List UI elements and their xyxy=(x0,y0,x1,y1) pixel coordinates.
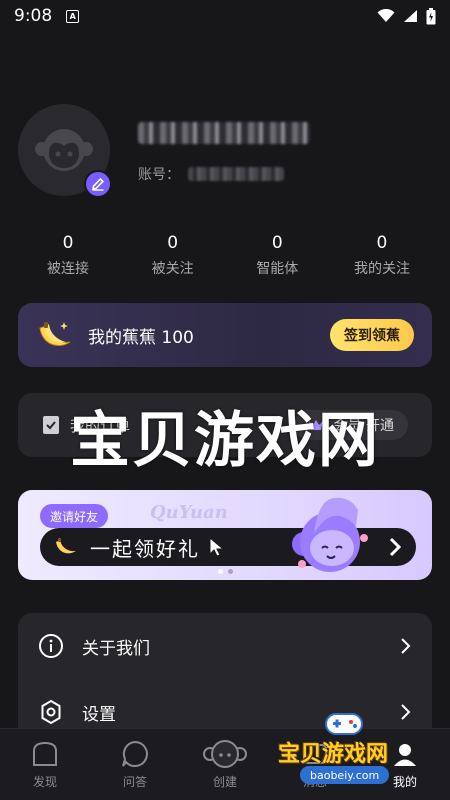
stat-label: 我的关注 xyxy=(353,261,410,277)
banana-icon xyxy=(56,538,76,554)
stat-label: 智能体 xyxy=(256,261,299,277)
watermark-logo: 宝贝游戏网 baobeiy.com xyxy=(278,708,428,788)
wifi-icon xyxy=(377,9,395,22)
profile-header: 账号： xyxy=(18,104,432,204)
checkin-button[interactable]: 签到领蕉 xyxy=(330,319,414,351)
chevron-right-icon xyxy=(389,537,402,557)
tab-create[interactable]: 创建 xyxy=(180,729,270,800)
discover-icon xyxy=(33,741,57,766)
stat-following[interactable]: 0 我的关注 xyxy=(332,232,432,278)
invite-banner[interactable]: QuYuan 一起领好礼 邀请好友 xyxy=(18,490,432,580)
watermark-url: baobeiy.com xyxy=(300,766,390,784)
watermark-text: 宝贝游戏网 xyxy=(70,406,380,476)
tab-label: 问答 xyxy=(122,775,147,789)
status-bar: 9:08 A xyxy=(0,0,450,32)
stat-value: 0 xyxy=(271,233,283,253)
stat-followers[interactable]: 0 被关注 xyxy=(123,232,223,278)
pagination-dot xyxy=(227,569,233,574)
status-icons xyxy=(377,7,436,25)
stat-connected[interactable]: 0 被连接 xyxy=(18,232,118,278)
banana-points-text: 我的蕉蕉 100 xyxy=(88,327,194,348)
watermark-small-text: 宝贝游戏网 xyxy=(278,742,389,767)
notification-icon: A xyxy=(66,9,80,23)
monkey-avatar-icon xyxy=(35,129,93,171)
edit-avatar-button[interactable] xyxy=(84,170,112,198)
stat-value: 0 xyxy=(167,233,179,253)
account-value-blurred xyxy=(188,167,284,181)
menu-label: 关于我们 xyxy=(82,638,150,659)
stats-row: 0 被连接 0 被关注 0 智能体 0 我的关注 xyxy=(18,232,432,278)
invite-tag: 邀请好友 xyxy=(40,504,109,528)
create-icon xyxy=(203,740,247,768)
tab-label: 发现 xyxy=(32,775,57,789)
account-row: 账号： xyxy=(138,164,284,184)
stat-value: 0 xyxy=(62,233,74,253)
banana-points-card[interactable]: 我的蕉蕉 100 签到领蕉 xyxy=(18,303,432,367)
nickname-blurred xyxy=(138,122,310,144)
account-label: 账号： xyxy=(138,167,180,183)
menu-label: 设置 xyxy=(82,704,116,725)
cursor-icon xyxy=(209,536,225,557)
tab-label: 创建 xyxy=(212,775,237,789)
pagination-dot xyxy=(217,569,223,574)
banner-pagination xyxy=(0,569,450,574)
mascot-illustration xyxy=(292,497,368,572)
signal-icon xyxy=(404,10,417,22)
pencil-icon xyxy=(91,177,105,191)
banana-icon xyxy=(39,322,71,346)
chat-icon xyxy=(122,740,148,767)
stat-value: 0 xyxy=(376,233,388,253)
stat-agents[interactable]: 0 智能体 xyxy=(227,232,327,278)
status-time: 9:08 xyxy=(14,6,53,26)
brand-watermark: QuYuan xyxy=(150,502,228,523)
info-icon xyxy=(39,634,63,658)
menu-item-about[interactable]: 关于我们 xyxy=(18,613,432,679)
settings-icon xyxy=(41,699,61,725)
tab-qa[interactable]: 问答 xyxy=(90,729,180,800)
battery-icon xyxy=(426,7,436,24)
stat-label: 被连接 xyxy=(47,261,89,277)
stat-label: 被关注 xyxy=(151,261,194,277)
gamepad-icon xyxy=(325,713,363,735)
chevron-right-icon xyxy=(401,638,411,654)
tab-discover[interactable]: 发现 xyxy=(0,729,90,800)
invite-text: 一起领好礼 xyxy=(90,536,200,561)
